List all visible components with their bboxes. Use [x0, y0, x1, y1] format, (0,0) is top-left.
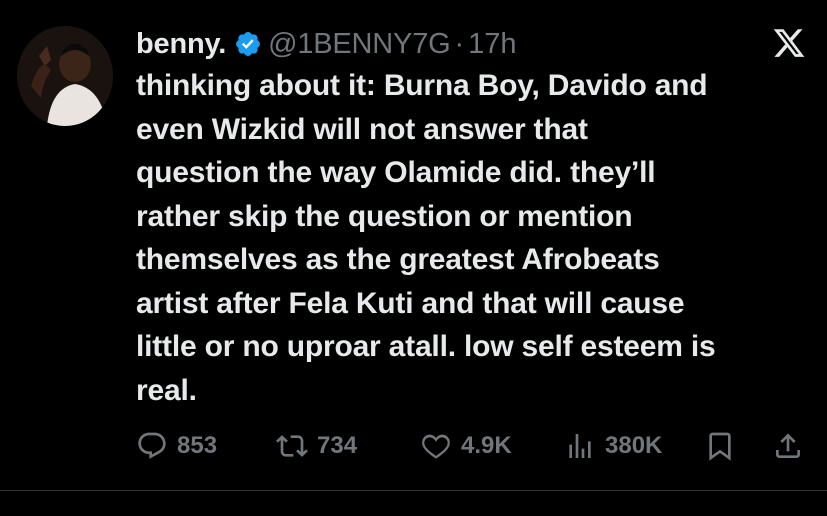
tweet-card[interactable]: benny. @1BENNY7G · 17h thinking about it…: [0, 0, 827, 516]
like-count: 4.9K: [461, 432, 512, 459]
views-count: 380K: [605, 432, 663, 459]
repost-button[interactable]: 734: [276, 426, 357, 466]
bookmark-icon: [709, 432, 731, 461]
repost-count: 734: [317, 432, 358, 459]
heart-icon: [422, 434, 450, 459]
reply-button[interactable]: 853: [136, 426, 217, 466]
bookmark-button[interactable]: [704, 426, 745, 466]
action-bar: 853 734 4.9K 380K: [136, 426, 816, 466]
verified-badge-icon: [234, 30, 262, 58]
share-button[interactable]: [772, 426, 813, 466]
tweet-header: benny. @1BENNY7G · 17h: [136, 22, 517, 66]
tweet-text: thinking about it: Burna Boy, Davido and…: [136, 69, 716, 407]
divider: [0, 490, 827, 491]
like-button[interactable]: 4.9K: [420, 426, 512, 466]
share-icon: [776, 433, 800, 458]
author-handle[interactable]: @1BENNY7G: [268, 28, 451, 61]
avatar[interactable]: [17, 26, 113, 126]
reply-icon: [138, 432, 166, 459]
repost-icon: [276, 435, 308, 457]
x-logo-icon: [772, 26, 806, 60]
views-button[interactable]: 380K: [564, 426, 662, 466]
author-name[interactable]: benny.: [136, 28, 226, 61]
reply-count: 853: [177, 432, 218, 459]
timestamp[interactable]: 17h: [468, 28, 516, 61]
views-chart-icon: [569, 434, 591, 458]
avatar-image: [17, 26, 113, 126]
separator-dot: ·: [454, 27, 465, 60]
